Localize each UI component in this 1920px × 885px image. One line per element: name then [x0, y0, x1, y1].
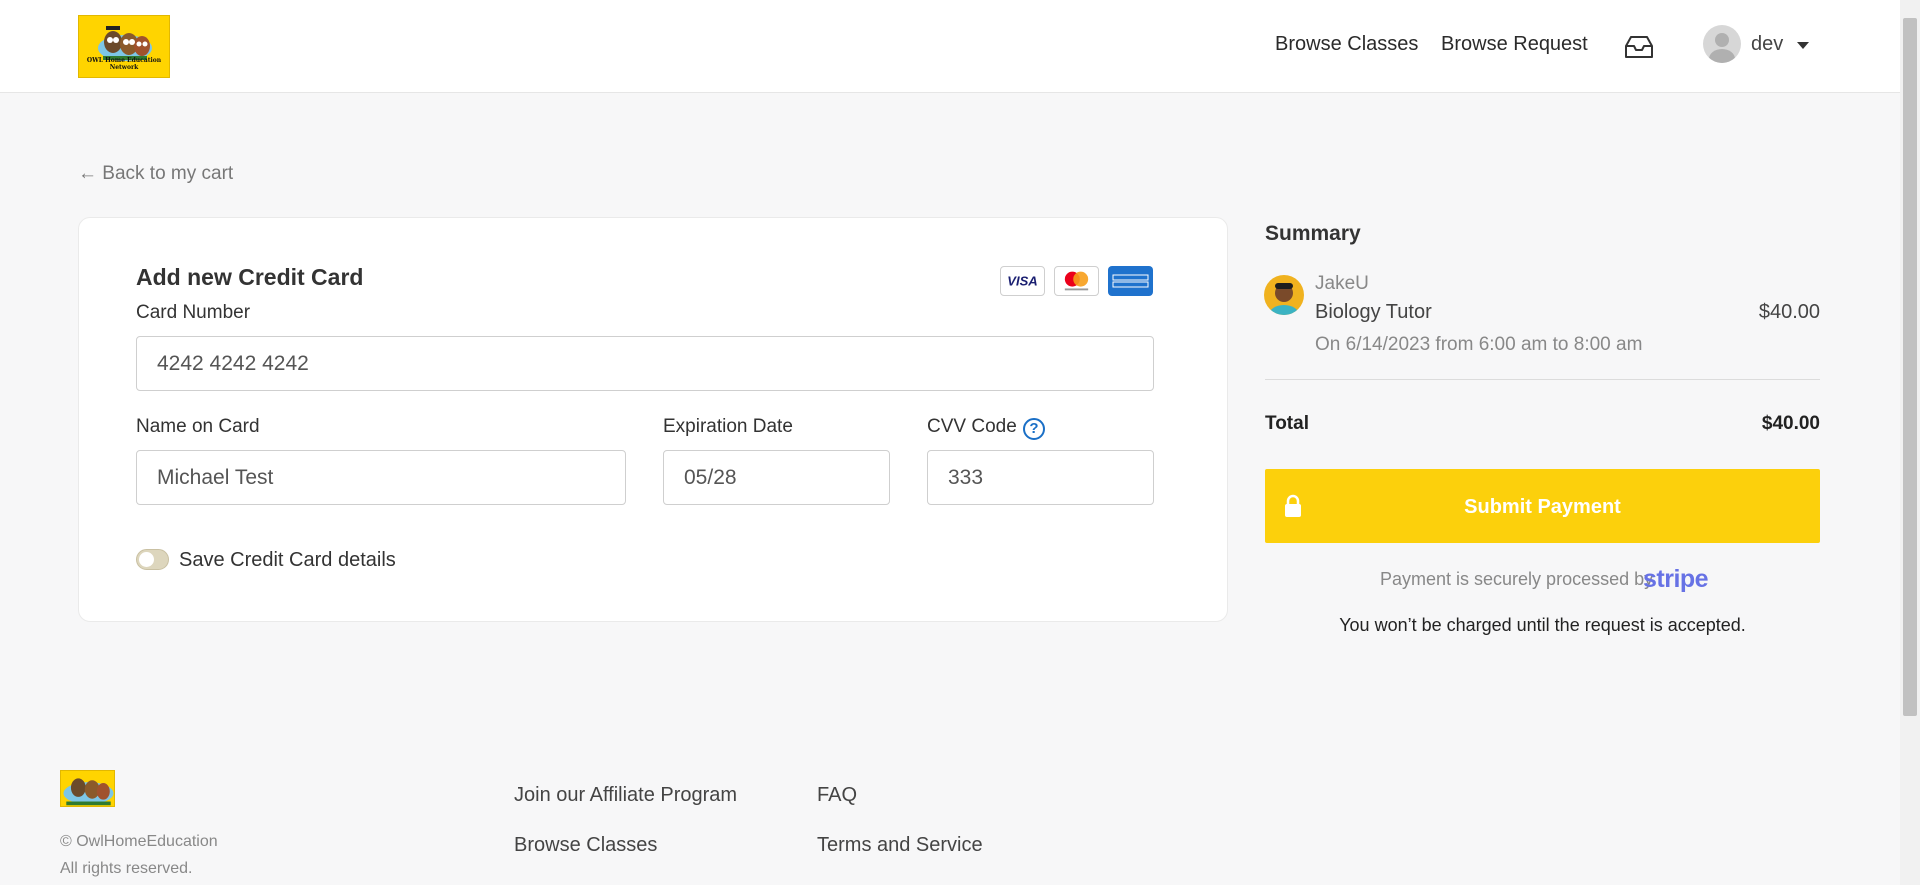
top-navbar: OWL Home Education Network Browse Classe… — [0, 0, 1900, 93]
card-form-title: Add new Credit Card — [136, 264, 364, 290]
footer-logo[interactable] — [60, 770, 115, 807]
user-name[interactable]: dev — [1751, 33, 1783, 56]
summary-divider — [1265, 379, 1820, 380]
help-icon[interactable]: ? — [1023, 418, 1045, 440]
owls-logo-icon — [63, 778, 114, 806]
footer-link-terms[interactable]: Terms and Service — [817, 834, 983, 857]
cvv-input[interactable] — [927, 450, 1154, 505]
back-to-cart-link[interactable]: ← Back to my cart — [78, 163, 233, 185]
summary-title: Summary — [1265, 222, 1361, 245]
copyright-text: © OwlHomeEducation All rights reserved. — [60, 828, 218, 882]
toggle-knob — [139, 552, 154, 567]
copyright-line: © OwlHomeEducation — [60, 833, 218, 850]
item-price: $40.00 — [1758, 301, 1820, 323]
user-avatar[interactable] — [1703, 25, 1741, 63]
card-number-input[interactable] — [136, 336, 1154, 391]
nav-browse-request[interactable]: Browse Request — [1441, 33, 1588, 56]
svg-text:VISA: VISA — [1007, 274, 1037, 289]
inbox-icon[interactable] — [1623, 34, 1655, 60]
visa-logo-icon: VISA — [1000, 266, 1045, 296]
tutor-name: JakeU — [1315, 273, 1369, 294]
footer-link-faq[interactable]: FAQ — [817, 784, 857, 807]
site-logo[interactable]: OWL Home Education Network — [78, 15, 170, 78]
total-value: $40.00 — [1761, 413, 1820, 434]
item-date: On 6/14/2023 from 6:00 am to 8:00 am — [1315, 334, 1643, 355]
save-card-toggle[interactable] — [136, 549, 169, 570]
footer-link-browse-classes[interactable]: Browse Classes — [514, 834, 657, 857]
footer-link-affiliate[interactable]: Join our Affiliate Program — [514, 784, 737, 807]
total-label: Total — [1265, 413, 1309, 434]
expiration-date-input[interactable] — [663, 450, 890, 505]
mastercard-logo-icon — [1054, 266, 1099, 296]
logo-text: OWL Home Education Network — [86, 57, 162, 71]
user-silhouette-icon — [1709, 33, 1735, 63]
tutor-portrait-icon — [1269, 283, 1299, 315]
owls-logo-icon — [98, 26, 152, 61]
caret-down-icon[interactable] — [1797, 42, 1809, 49]
tutor-avatar — [1264, 275, 1304, 315]
amex-logo-icon — [1108, 266, 1153, 296]
item-title: Biology Tutor — [1315, 301, 1432, 323]
save-card-label[interactable]: Save Credit Card details — [179, 549, 396, 572]
expiration-date-label: Expiration Date — [663, 416, 793, 437]
secure-processing-text: Payment is securely processed by — [1380, 569, 1654, 589]
name-on-card-input[interactable] — [136, 450, 626, 505]
nav-browse-classes[interactable]: Browse Classes — [1275, 33, 1418, 56]
card-number-label: Card Number — [136, 302, 251, 323]
stripe-logo: stripe — [1643, 565, 1709, 593]
cvv-label: CVV Code — [927, 416, 1017, 437]
submit-payment-label[interactable]: Submit Payment — [1265, 496, 1820, 519]
name-on-card-label: Name on Card — [136, 416, 260, 437]
scrollbar-thumb[interactable] — [1903, 18, 1917, 716]
rights-line: All rights reserved. — [60, 860, 193, 877]
charge-note: You won’t be charged until the request i… — [1339, 615, 1746, 635]
